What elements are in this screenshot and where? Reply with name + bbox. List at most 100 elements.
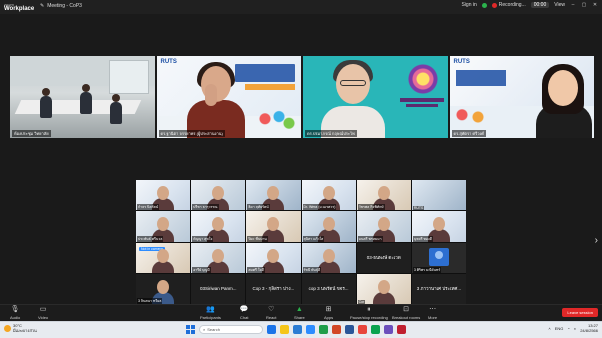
share-icon: ▲ [295, 306, 303, 313]
participant-name: ดร.ฐานิตา จรรยาพร (ผู้ประสานงาน) [158, 130, 225, 137]
react-label: React [266, 315, 277, 320]
meeting-icon: ✎ [40, 3, 45, 9]
participant-name: มนตรี พรหมมา [357, 235, 383, 242]
decor-icons [257, 110, 297, 132]
next-page-icon[interactable]: › [595, 235, 598, 246]
person-head [112, 94, 120, 102]
share-label: Share [294, 315, 305, 320]
language-indicator[interactable]: ENG [555, 326, 564, 331]
rut-logo: RUTS [160, 59, 177, 65]
meeting-controls: 🎙 Audio ▭ Video 👥 Participants 💬 Chat ♡ … [0, 304, 602, 321]
recording-indicator[interactable]: Recording... [491, 2, 526, 8]
apps-label: Apps [324, 315, 334, 320]
clock[interactable]: 13:27 24/8/2566 [580, 323, 598, 333]
gallery-tile[interactable]: สมศรี ใจดี [246, 242, 301, 273]
line-icon[interactable] [371, 325, 380, 334]
taskbar-search[interactable]: ⌕ Search [199, 325, 263, 334]
gallery-tile[interactable]: Not in camera [136, 242, 191, 273]
gallery-tile-name-only[interactable]: cop 3 นพรัตน์ ขจร... [301, 273, 356, 304]
gallery-tile[interactable]: RUTS [411, 180, 466, 211]
react-button[interactable]: ♡ React [266, 306, 276, 320]
gallery-tile-name-only[interactable]: 3 ภาวานาเศ ประเทศ... [411, 273, 466, 304]
zoom-logo: zoom Workplace [0, 2, 36, 12]
participant-name: สุนิสา แก้วใส [302, 235, 325, 242]
sign-in-button[interactable]: Sign in [461, 2, 476, 8]
gallery-tile[interactable]: 3 ศิริพร มณีจันทร์ [411, 242, 466, 273]
gallery-tile[interactable]: กำธร นิลรัตน์ [136, 180, 191, 211]
word-icon[interactable] [345, 325, 354, 334]
close-icon[interactable]: ✕ [592, 2, 598, 8]
participant-name-center: Cop 3 - กุลิสรา ปาง... [252, 286, 295, 292]
glasses-shape [340, 80, 366, 86]
gallery-tile[interactable]: นุชจรี ทองดี [411, 211, 466, 242]
acrobat-icon[interactable] [397, 325, 406, 334]
apps-button[interactable]: ⊞ Apps [324, 306, 333, 320]
gallery-tile[interactable]: ปิยะ ชื่นบาน [246, 211, 301, 242]
window-shape [108, 60, 149, 94]
windows-start-icon[interactable] [186, 325, 195, 334]
search-icon: ⌕ [203, 327, 206, 332]
edge-icon[interactable] [267, 325, 276, 334]
zoom-app-icon[interactable] [306, 325, 315, 334]
shield-icon[interactable] [481, 2, 487, 8]
participant-name: ธิดา ฤทัยรัตน์ [247, 204, 270, 211]
gallery-tile[interactable]: Cor [356, 273, 411, 304]
gallery-tile[interactable]: สุนิสา แก้วใส [301, 211, 356, 242]
gallery-tile[interactable]: Dr. Wera (ม.นเรศวร) [301, 180, 356, 211]
pause-recording-button[interactable]: ⏸ Pause/stop recording [350, 306, 388, 320]
record-dot-icon [491, 2, 497, 8]
powerpoint-icon[interactable] [332, 325, 341, 334]
video-tile[interactable]: RUTS ดร.ฐานิตา จรรยาพร (ผู้ประสานงาน) [156, 56, 301, 138]
leave-button[interactable]: Leave session [562, 308, 598, 317]
participants-button[interactable]: 👥 Participants [200, 306, 221, 320]
meeting-title: ✎ Meeting - CoP3 [40, 3, 82, 9]
more-button[interactable]: ⋯ More [428, 306, 437, 320]
participant-name-center: 3 ภาวานาเศ ประเทศ... [416, 286, 462, 292]
date: 24/8/2566 [580, 327, 598, 333]
gallery-tile[interactable]: รัชนี พันธ์ุดี [301, 242, 356, 273]
gallery-tile-name-only[interactable]: 03-ธนพงษ์ ตะเวด [356, 242, 411, 273]
breakout-rooms-label: Breakout rooms [392, 315, 421, 320]
audio-button[interactable]: 🎙 Audio [10, 306, 20, 320]
view-button[interactable]: View [554, 2, 565, 8]
gallery-tile[interactable]: มนตรี พรหมมา [356, 211, 411, 242]
chrome-icon[interactable] [358, 325, 367, 334]
gallery-tile[interactable]: อารีย์ บุญมี [191, 242, 246, 273]
participant-name: ปิยะ ชื่นบาน [247, 235, 268, 242]
wifi-icon[interactable]: ◔ [567, 326, 569, 331]
weather-widget[interactable]: 30°C มีเมฆบางส่วน [4, 323, 37, 333]
participant-name: ประพันธ์ ศรีนวล [137, 235, 164, 242]
teams-icon[interactable] [384, 325, 393, 334]
chat-button[interactable]: 💬 Chat [240, 306, 249, 320]
gallery-tile[interactable]: ประพันธ์ ศรีนวล [136, 211, 191, 242]
maximize-icon[interactable]: ▢ [581, 2, 587, 8]
participant-name-center: 03Siriwan Panm... [199, 286, 237, 292]
chevron-up-icon[interactable]: ˄ [548, 326, 550, 331]
gallery-grid: กำธร นิลรัตน์ ปรีชา ธารุวรรณ ธิดา ฤทัยรั… [136, 180, 466, 304]
gallery-tile[interactable]: ปรีชา ธารุวรรณ [191, 180, 246, 211]
microphone-icon: 🎙 [10, 306, 20, 313]
video-tile[interactable]: ห้องประชุม วิทยาลัย [10, 56, 155, 138]
gallery-tile[interactable]: วัชรพล กิจพิทักษ์ [356, 180, 411, 211]
gallery-tile[interactable]: กัญญา สุขใจ [191, 211, 246, 242]
institution-logo-icon [405, 62, 440, 96]
video-button[interactable]: ▭ Video [38, 306, 48, 320]
video-tile[interactable]: RUTS ดร.สุพัตรา ศรีวงศ์ [449, 56, 594, 138]
file-explorer-icon[interactable] [280, 325, 289, 334]
share-button[interactable]: ▲ Share [294, 306, 305, 320]
minimize-icon[interactable]: – [570, 2, 576, 8]
sun-icon [4, 325, 11, 332]
participant-name: ดร.สุพัตรา ศรีวงศ์ [451, 130, 486, 137]
gallery-tile-name-only[interactable]: Cop 3 - กุลิสรา ปาง... [246, 273, 301, 304]
meeting-title-text: Meeting - CoP3 [47, 3, 82, 9]
breakout-icon: ⊡ [403, 306, 410, 313]
audio-label: Audio [10, 315, 21, 320]
excel-icon[interactable] [319, 325, 328, 334]
volume-icon[interactable]: ◖ [574, 326, 576, 331]
store-icon[interactable] [293, 325, 302, 334]
breakout-rooms-button[interactable]: ⊡ Breakout rooms [392, 306, 420, 320]
gallery-tile[interactable]: ธิดา ฤทัยรัตน์ [246, 180, 301, 211]
video-tile[interactable]: ดร.ปรมาภรณ์ กฤษณ์ประไพ [303, 56, 448, 138]
gallery-tile-name-only[interactable]: 03Siriwan Panm... [191, 273, 246, 304]
gallery-tile[interactable]: 3 จินตนา ทวีผล [136, 273, 191, 304]
